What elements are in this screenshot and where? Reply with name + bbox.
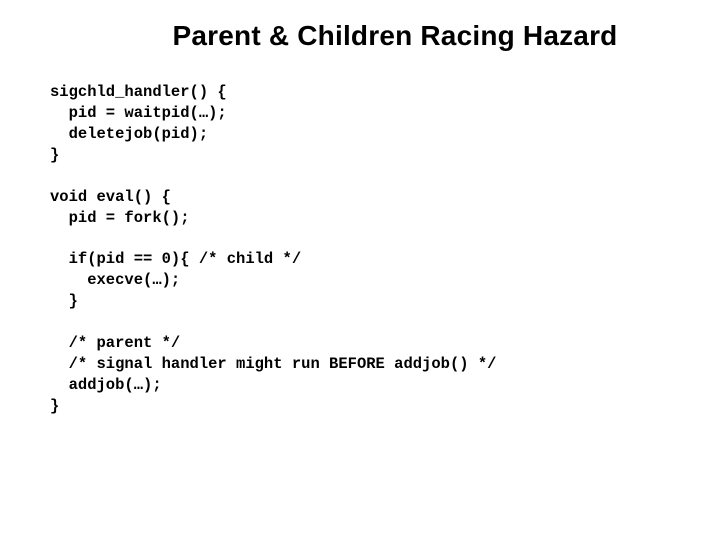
slide: Parent & Children Racing Hazard sigchld_… [0,0,720,540]
slide-title: Parent & Children Racing Hazard [110,20,680,52]
code-block: sigchld_handler() { pid = waitpid(…); de… [50,82,680,417]
